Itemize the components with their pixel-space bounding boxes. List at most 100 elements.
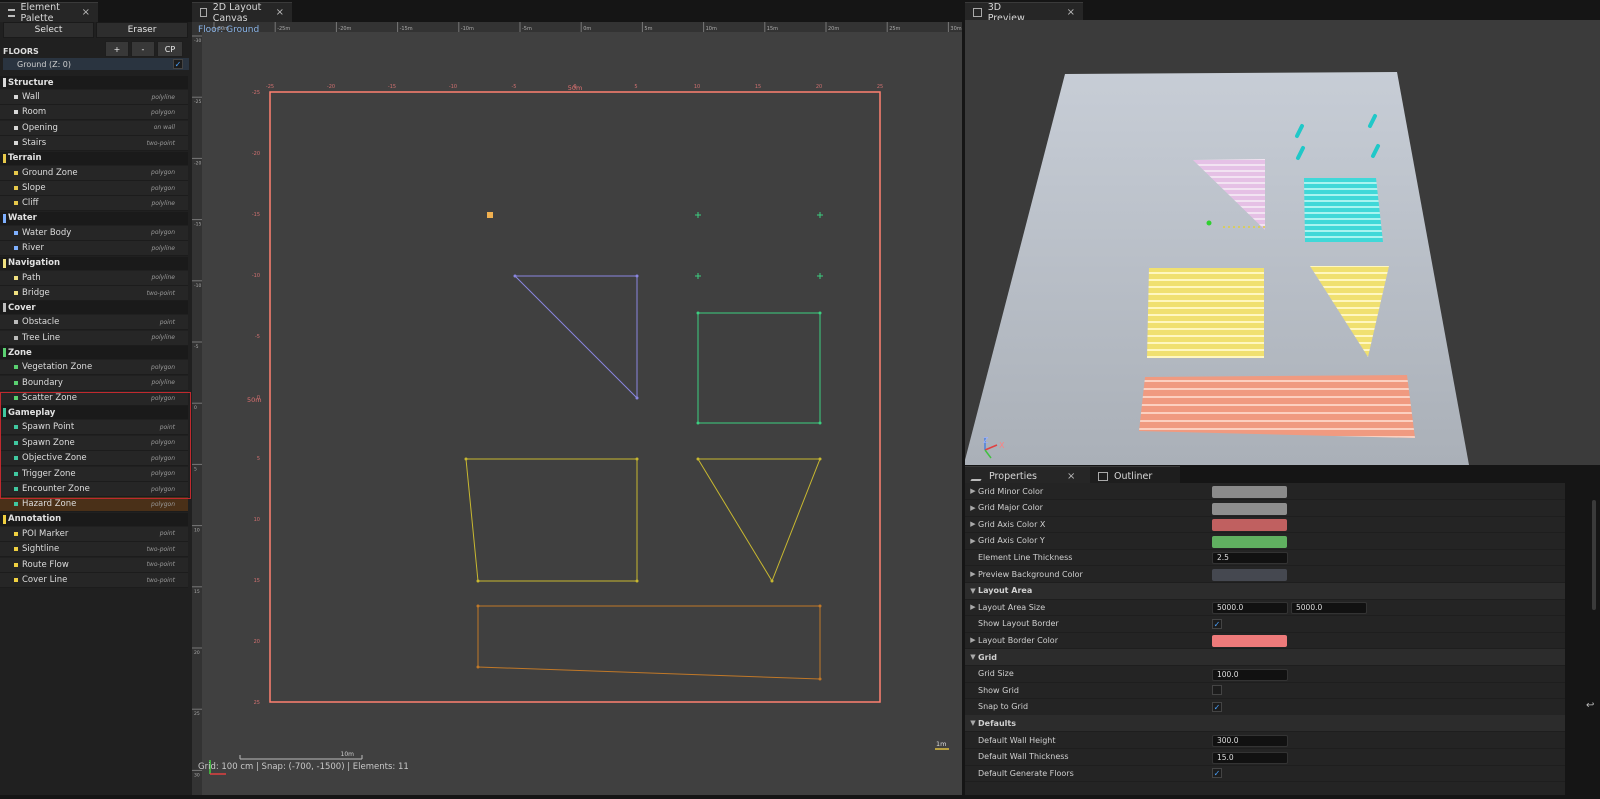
prop-label: Layout Area Size	[978, 602, 1046, 612]
palette-item-type: polygon	[151, 169, 175, 177]
palette-item-type: polyline	[151, 274, 175, 282]
palette-item-type: two-point	[146, 576, 175, 584]
violet-triangle	[513, 275, 638, 400]
add-floor-button[interactable]: +	[105, 41, 129, 57]
tab-2d-canvas[interactable]: 2D Layout Canvas ×	[192, 1, 292, 24]
close-icon[interactable]: ×	[1067, 7, 1075, 18]
eraser-button[interactable]: Eraser	[96, 22, 188, 38]
tab-3d-preview[interactable]: 3D Preview ×	[965, 2, 1083, 24]
palette-item-obstacle[interactable]: Obstacle point	[0, 315, 188, 331]
palette-item-river[interactable]: River polyline	[0, 241, 188, 257]
palette-item-sightline[interactable]: Sightline two-point	[0, 542, 188, 558]
vertex	[696, 457, 700, 461]
category-color-bar	[3, 213, 6, 223]
close-icon[interactable]: ×	[1067, 471, 1075, 482]
close-icon[interactable]: ×	[82, 7, 90, 18]
palette-item-opening[interactable]: Opening on wall	[0, 120, 188, 136]
palette-item-objective-zone[interactable]: Objective Zone polygon	[0, 451, 188, 467]
section-layout-area[interactable]: ▼ Layout Area	[965, 582, 1565, 600]
preview-viewport[interactable]: Z X	[965, 20, 1600, 465]
palette-item-ground-zone[interactable]: Ground Zone polygon	[0, 165, 188, 181]
vertex	[635, 274, 639, 278]
tab-element-palette[interactable]: Element Palette ×	[0, 2, 98, 24]
palette-item-cliff[interactable]: Cliff polyline	[0, 196, 188, 212]
palette-item-cover-line[interactable]: Cover Line two-point	[0, 573, 188, 588]
palette-item-type: polyline	[151, 244, 175, 252]
number-input-y[interactable]: 5000.0	[1291, 602, 1367, 615]
ruler-label: 5	[194, 466, 197, 472]
square-icon	[14, 380, 18, 385]
ruler-label: 5m	[644, 26, 652, 32]
palette-item-label: Encounter Zone	[22, 484, 90, 494]
palette-item-route-flow[interactable]: Route Flow two-point	[0, 557, 188, 573]
square-icon	[14, 456, 18, 461]
palette-item-type: polygon	[151, 485, 175, 493]
checkbox[interactable]: ✓	[1212, 701, 1222, 712]
tab-label: 2D Layout Canvas	[212, 1, 262, 24]
palette-item-water-body[interactable]: Water Body polygon	[0, 225, 188, 241]
palette-item-hazard-zone[interactable]: Hazard Zone polygon	[0, 497, 188, 513]
palette-item-room[interactable]: Room polygon	[0, 105, 188, 121]
yellow-quad	[465, 458, 638, 582]
palette-item-label: Trigger Zone	[22, 468, 76, 479]
layout-canvas[interactable]: -30m -25m -20m -15m -10m -5m 0m 5m 10m 15m 20m 25m 3…	[192, 22, 962, 795]
remove-floor-button[interactable]: -	[131, 41, 155, 57]
color-swatch[interactable]	[1212, 635, 1287, 648]
palette-item-scatter-zone[interactable]: Scatter Zone polygon	[0, 391, 188, 406]
number-input[interactable]: 300.0	[1212, 735, 1288, 747]
palette-item-tree-line[interactable]: Tree Line polyline	[0, 330, 188, 346]
checkbox[interactable]: ✓	[1212, 768, 1222, 779]
scrollbar[interactable]	[1592, 500, 1596, 610]
ruler-label: 0	[194, 405, 197, 411]
reset-icon[interactable]: ↩	[1586, 700, 1594, 711]
palette-item-poi-marker[interactable]: POI Marker point	[0, 526, 188, 542]
vertex	[696, 311, 700, 315]
palette-item-wall[interactable]: Wall polyline	[0, 90, 188, 105]
checkbox[interactable]: ✓	[1212, 618, 1222, 629]
ruler-label: 25	[194, 711, 200, 717]
palette-item-spawn-point[interactable]: Spawn Point point	[0, 420, 188, 436]
prop-preview-background-color: ▶ Preview Background Color	[965, 566, 1565, 583]
section-defaults[interactable]: ▼ Defaults	[965, 715, 1565, 733]
ruler-label: 10	[194, 528, 200, 534]
close-icon[interactable]: ×	[276, 7, 284, 18]
number-input-x[interactable]: 5000.0	[1212, 602, 1288, 615]
palette-item-trigger-zone[interactable]: Trigger Zone polygon	[0, 466, 188, 482]
canvas-drawing[interactable]: -30m -25m -20m -15m -10m -5m 0m 5m 10m 15m 20m 25m 3…	[192, 22, 962, 795]
color-swatch[interactable]	[1212, 519, 1287, 532]
copy-floor-button[interactable]: CP	[157, 41, 183, 57]
palette-item-stairs[interactable]: Stairs two-point	[0, 136, 188, 152]
color-swatch[interactable]	[1212, 535, 1287, 548]
palette-item-type: two-point	[146, 139, 175, 147]
square-icon	[14, 125, 18, 130]
ruler-label: -5m	[522, 26, 532, 32]
checkmark-icon[interactable]: ✓	[173, 59, 183, 69]
color-swatch[interactable]	[1212, 486, 1287, 498]
palette-item-path[interactable]: Path polyline	[0, 270, 188, 286]
number-input[interactable]: 15.0	[1212, 751, 1288, 764]
palette-item-bridge[interactable]: Bridge two-point	[0, 286, 188, 301]
preview-scene[interactable]: Z X	[965, 20, 1600, 465]
color-swatch[interactable]	[1212, 569, 1287, 581]
element-palette: Select Eraser FLOORS + - CP Ground (Z: 0…	[0, 22, 192, 795]
palette-item-slope[interactable]: Slope polygon	[0, 181, 188, 196]
palette-item-spawn-zone[interactable]: Spawn Zone polygon	[0, 435, 188, 451]
palette-item-encounter-zone[interactable]: Encounter Zone polygon	[0, 482, 188, 497]
ruler-label: -10	[194, 283, 201, 289]
palette-item-label: Spawn Zone	[22, 437, 75, 448]
axis-x-label: X	[999, 441, 1005, 450]
select-button[interactable]: Select	[3, 22, 94, 38]
number-input[interactable]: 100.0	[1212, 668, 1288, 681]
square-icon	[14, 440, 18, 445]
palette-item-label: Spawn Point	[22, 422, 75, 433]
palette-item-vegetation-zone[interactable]: Vegetation Zone polygon	[0, 360, 188, 376]
square-icon	[14, 95, 18, 99]
palette-item-type: polyline	[151, 199, 175, 207]
color-swatch[interactable]	[1212, 502, 1287, 515]
palette-item-boundary[interactable]: Boundary polyline	[0, 375, 188, 391]
section-grid[interactable]: ▼ Grid	[965, 649, 1565, 666]
slider-input[interactable]: 2.5	[1212, 552, 1288, 565]
prop-label: Default Wall Thickness	[978, 752, 1069, 762]
checkbox[interactable]	[1212, 685, 1222, 696]
floor-item[interactable]: Ground (Z: 0) ✓	[3, 58, 189, 70]
